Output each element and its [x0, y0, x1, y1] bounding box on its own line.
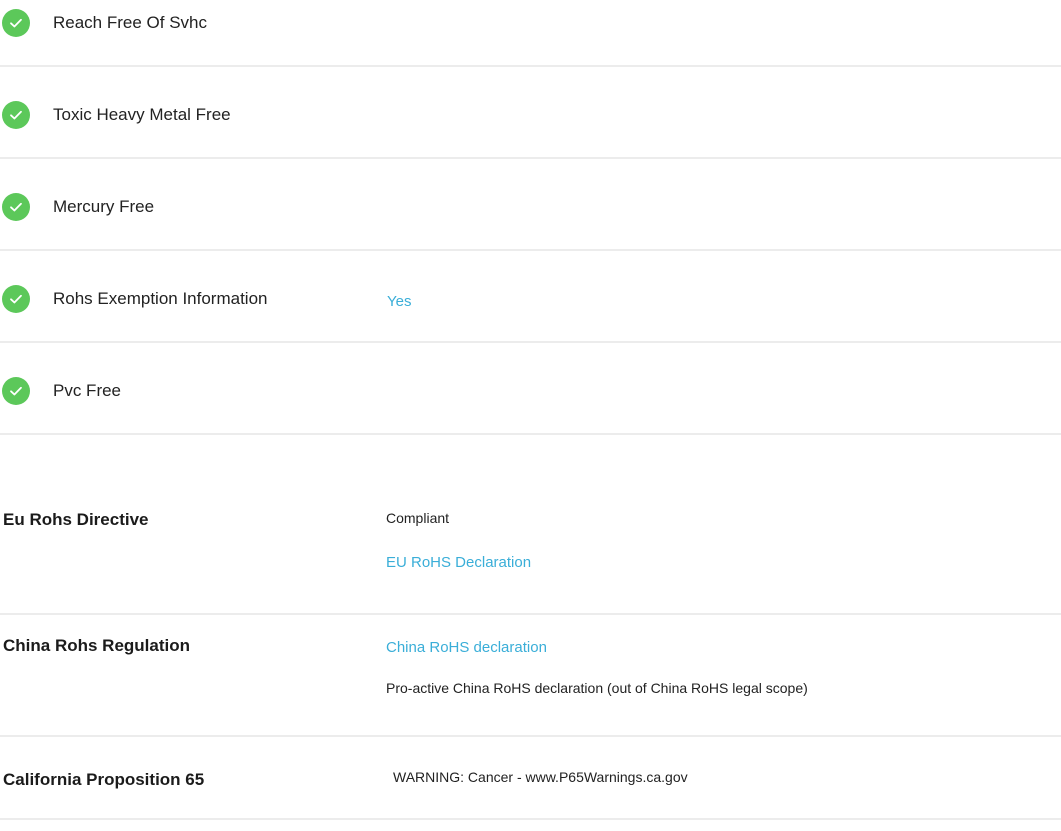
env-label: Reach Free Of Svhc	[53, 13, 208, 32]
check-circle-icon	[2, 377, 30, 405]
eu-rohs-status: Compliant	[386, 510, 450, 526]
env-row-mercury: Mercury Free	[0, 159, 1061, 251]
china-rohs-declaration-link[interactable]: China RoHS declaration	[386, 639, 547, 656]
env-label: Pvc Free	[53, 381, 122, 400]
reg-label: Eu Rohs Directive	[3, 510, 149, 529]
rohs-exemption-yes-link[interactable]: Yes	[387, 293, 411, 310]
reg-label: California Proposition 65	[3, 770, 205, 789]
environmental-characteristics-list: Reach Free Of Svhc Toxic Heavy Metal Fre…	[0, 0, 1061, 435]
env-label: Rohs Exemption Information	[53, 289, 268, 308]
reg-row-california-prop65: California Proposition 65 WARNING: Cance…	[0, 737, 1061, 820]
env-row-toxic-heavy-metal: Toxic Heavy Metal Free	[0, 67, 1061, 159]
env-label: Mercury Free	[53, 197, 155, 216]
env-row-pvc: Pvc Free	[0, 343, 1061, 435]
check-circle-icon	[2, 285, 30, 313]
check-circle-icon	[2, 9, 30, 37]
env-label: Toxic Heavy Metal Free	[53, 105, 231, 124]
regulations-table: Eu Rohs Directive Compliant EU RoHS Decl…	[0, 508, 1061, 820]
reg-row-eu-rohs: Eu Rohs Directive Compliant EU RoHS Decl…	[0, 508, 1061, 615]
env-row-reach: Reach Free Of Svhc	[0, 0, 1061, 67]
check-circle-icon	[2, 101, 30, 129]
eu-rohs-declaration-link[interactable]: EU RoHS Declaration	[386, 554, 531, 571]
prop65-warning: WARNING: Cancer - www.P65Warnings.ca.gov	[393, 769, 688, 785]
reg-label: China Rohs Regulation	[3, 636, 190, 655]
env-row-rohs-exemption: Rohs Exemption Information Yes	[0, 251, 1061, 343]
china-rohs-note: Pro-active China RoHS declaration (out o…	[386, 680, 808, 696]
check-circle-icon	[2, 193, 30, 221]
reg-row-china-rohs: China Rohs Regulation China RoHS declara…	[0, 615, 1061, 737]
